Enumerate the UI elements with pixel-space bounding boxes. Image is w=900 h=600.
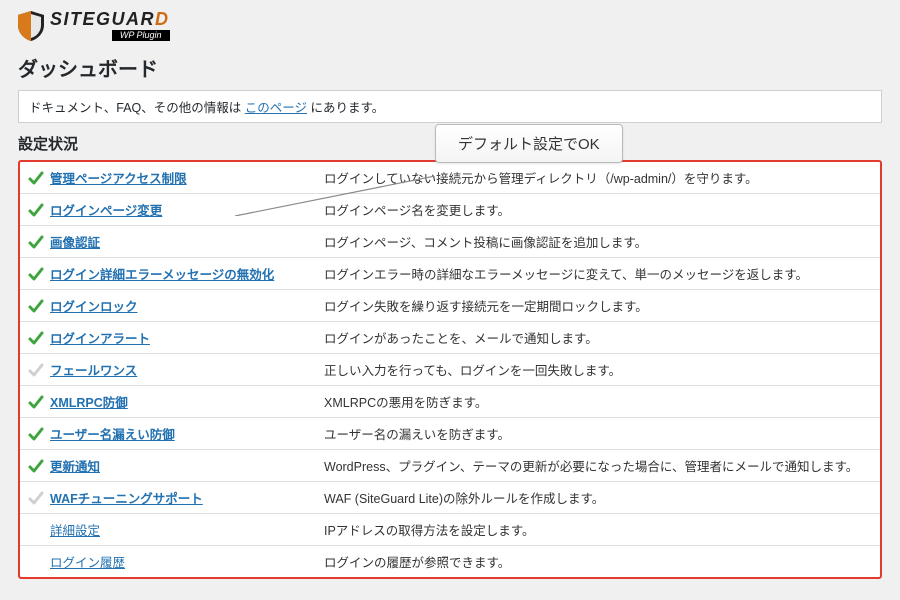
table-row: 管理ページアクセス制限 ログインしていない接続元から管理ディレクトリ（/wp-ad… <box>20 162 880 194</box>
setting-link[interactable]: ログイン履歴 <box>50 552 125 571</box>
setting-desc: ログイン失敗を繰り返す接続元を一定期間ロックします。 <box>316 290 880 322</box>
setting-desc: ログインしていない接続元から管理ディレクトリ（/wp-admin/）を守ります。 <box>316 162 880 194</box>
setting-desc: 正しい入力を行っても、ログインを一回失敗します。 <box>316 354 880 386</box>
table-row: 画像認証 ログインページ、コメント投稿に画像認証を追加します。 <box>20 226 880 258</box>
table-row: ログインページ変更 ログインページ名を変更します。 <box>20 194 880 226</box>
check-icon <box>28 394 44 410</box>
table-row: XMLRPC防御 XMLRPCの悪用を防ぎます。 <box>20 386 880 418</box>
setting-link[interactable]: 画像認証 <box>50 232 100 251</box>
table-row: ログイン履歴 ログインの履歴が参照できます。 <box>20 546 880 578</box>
settings-table: 管理ページアクセス制限 ログインしていない接続元から管理ディレクトリ（/wp-ad… <box>18 160 882 579</box>
shield-icon <box>18 11 44 41</box>
setting-link[interactable]: 詳細設定 <box>50 520 100 539</box>
check-icon <box>28 202 44 218</box>
setting-link[interactable]: XMLRPC防御 <box>50 392 128 411</box>
info-link[interactable]: このページ <box>245 101 307 115</box>
setting-desc: ログインページ、コメント投稿に画像認証を追加します。 <box>316 226 880 258</box>
setting-link[interactable]: 管理ページアクセス制限 <box>50 168 187 187</box>
setting-link[interactable]: WAFチューニングサポート <box>50 488 203 507</box>
table-row: 更新通知 WordPress、プラグイン、テーマの更新が必要になった場合に、管理者… <box>20 450 880 482</box>
setting-link[interactable]: 更新通知 <box>50 456 100 475</box>
setting-desc: ログインがあったことを、メールで通知します。 <box>316 322 880 354</box>
setting-desc: WAF (SiteGuard Lite)の除外ルールを作成します。 <box>316 482 880 514</box>
info-bar: ドキュメント、FAQ、その他の情報は このページ にあります。 <box>18 90 882 123</box>
setting-desc: ログインページ名を変更します。 <box>316 194 880 226</box>
setting-desc: ログインエラー時の詳細なエラーメッセージに変えて、単一のメッセージを返します。 <box>316 258 880 290</box>
setting-desc: IPアドレスの取得方法を設定します。 <box>316 514 880 546</box>
page-title: ダッシュボード <box>18 53 882 82</box>
setting-desc: ユーザー名の漏えいを防ぎます。 <box>316 418 880 450</box>
check-icon <box>28 490 44 506</box>
check-icon <box>28 234 44 250</box>
table-row: WAFチューニングサポート WAF (SiteGuard Lite)の除外ルールを… <box>20 482 880 514</box>
table-row: 詳細設定 IPアドレスの取得方法を設定します。 <box>20 514 880 546</box>
brand-subtitle: WP Plugin <box>112 30 170 41</box>
setting-link[interactable]: ログイン詳細エラーメッセージの無効化 <box>50 264 274 283</box>
check-icon <box>28 170 44 186</box>
setting-desc: XMLRPCの悪用を防ぎます。 <box>316 386 880 418</box>
check-icon <box>28 298 44 314</box>
setting-link[interactable]: ユーザー名漏えい防御 <box>50 424 175 443</box>
table-row: ログイン詳細エラーメッセージの無効化 ログインエラー時の詳細なエラーメッセージに変… <box>20 258 880 290</box>
check-icon <box>28 426 44 442</box>
table-row: ログインアラート ログインがあったことを、メールで通知します。 <box>20 322 880 354</box>
info-prefix: ドキュメント、FAQ、その他の情報は <box>29 101 245 115</box>
brand-name: SITEGUARD <box>50 10 170 28</box>
setting-link[interactable]: ログインロック <box>50 296 138 315</box>
table-row: フェールワンス 正しい入力を行っても、ログインを一回失敗します。 <box>20 354 880 386</box>
setting-link[interactable]: ログインアラート <box>50 328 150 347</box>
table-row: ログインロック ログイン失敗を繰り返す接続元を一定期間ロックします。 <box>20 290 880 322</box>
setting-link[interactable]: ログインページ変更 <box>50 200 162 219</box>
check-icon <box>28 330 44 346</box>
setting-desc: ログインの履歴が参照できます。 <box>316 546 880 578</box>
plugin-logo: SITEGUARD WP Plugin <box>18 10 882 41</box>
check-icon <box>28 362 44 378</box>
info-suffix: にあります。 <box>307 101 384 115</box>
table-row: ユーザー名漏えい防御 ユーザー名の漏えいを防ぎます。 <box>20 418 880 450</box>
annotation-callout: デフォルト設定でOK <box>435 124 623 163</box>
setting-desc: WordPress、プラグイン、テーマの更新が必要になった場合に、管理者にメール… <box>316 450 880 482</box>
check-icon <box>28 458 44 474</box>
check-icon <box>28 266 44 282</box>
setting-link[interactable]: フェールワンス <box>50 360 137 379</box>
